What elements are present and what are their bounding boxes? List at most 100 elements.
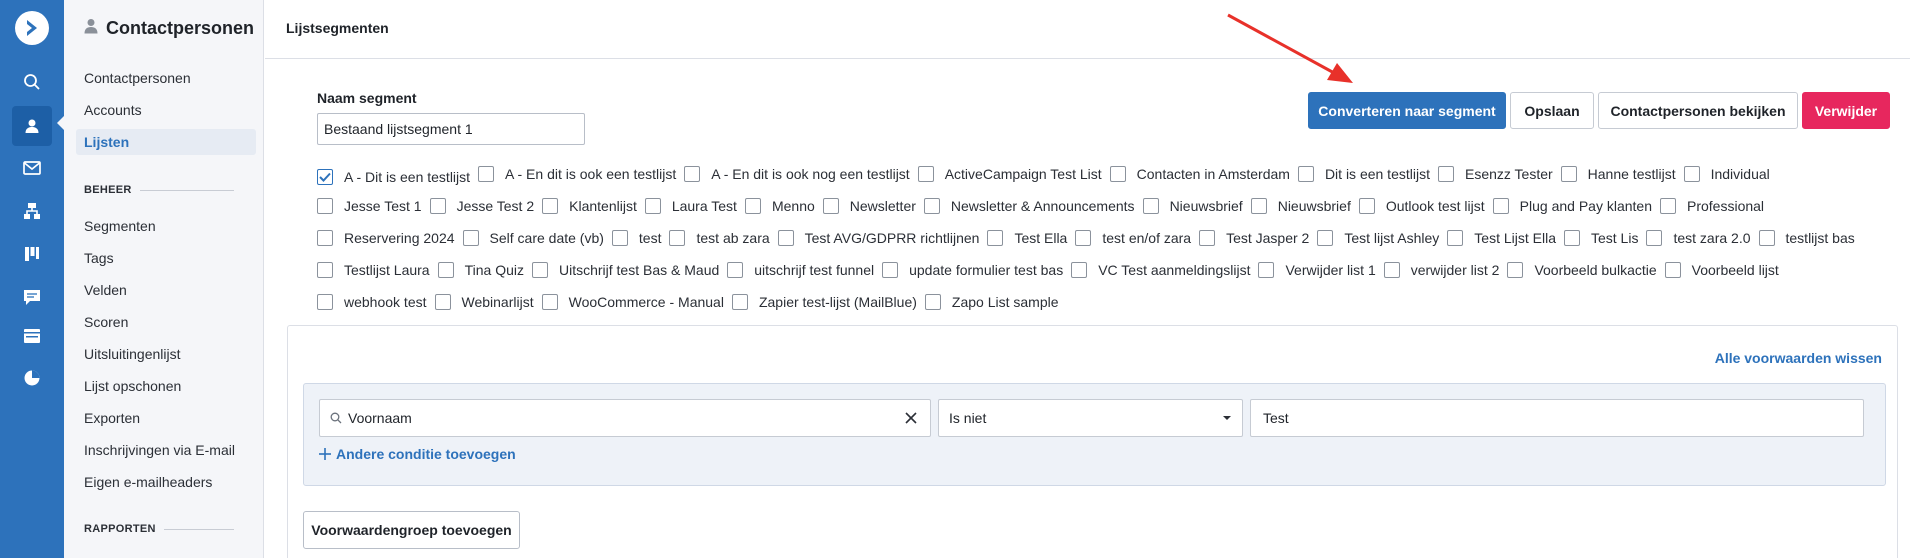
save-button[interactable]: Opslaan bbox=[1510, 92, 1594, 129]
sidebar-item-inschrijvingen[interactable]: Inschrijvingen via E-mail bbox=[84, 442, 235, 458]
list-checkbox-item[interactable]: Test lijst Ashley bbox=[1317, 227, 1439, 249]
conversations-icon[interactable] bbox=[0, 276, 64, 318]
checkbox-checked[interactable] bbox=[317, 169, 333, 185]
sidebar-item-velden[interactable]: Velden bbox=[84, 282, 127, 298]
checkbox[interactable] bbox=[531, 262, 548, 278]
list-checkbox-item[interactable]: Dit is een testlijst bbox=[1297, 163, 1430, 185]
list-checkbox-item[interactable]: Professional bbox=[1660, 195, 1764, 217]
clear-icon[interactable] bbox=[904, 411, 918, 425]
checkbox[interactable] bbox=[1258, 262, 1275, 278]
checkbox[interactable] bbox=[917, 166, 934, 182]
list-checkbox-item[interactable]: webhook test bbox=[317, 291, 427, 313]
checkbox[interactable] bbox=[317, 262, 333, 278]
reports-icon[interactable] bbox=[0, 357, 64, 399]
list-checkbox-item[interactable]: Jesse Test 2 bbox=[429, 195, 534, 217]
list-checkbox-item[interactable]: testlijst bas bbox=[1758, 227, 1855, 249]
checkbox[interactable] bbox=[1683, 166, 1700, 182]
sidebar-item-eigen-headers[interactable]: Eigen e-mailheaders bbox=[84, 474, 212, 490]
list-checkbox-item[interactable]: update formulier test bas bbox=[882, 259, 1063, 281]
list-checkbox-item[interactable]: ActiveCampaign Test List bbox=[917, 163, 1102, 185]
contacts-icon[interactable] bbox=[12, 106, 52, 146]
checkbox[interactable] bbox=[669, 230, 686, 246]
sidebar-item-exporten[interactable]: Exporten bbox=[84, 410, 140, 426]
list-checkbox-item[interactable]: Test AVG/GDPRR richtlijnen bbox=[777, 227, 979, 249]
sidebar-item-lijst-opschonen[interactable]: Lijst opschonen bbox=[84, 378, 181, 394]
checkbox[interactable] bbox=[822, 198, 839, 214]
checkbox[interactable] bbox=[434, 294, 451, 310]
checkbox[interactable] bbox=[478, 166, 495, 182]
add-condition-group-button[interactable]: Voorwaardengroep toevoegen bbox=[303, 511, 520, 549]
list-checkbox-item[interactable]: A - En dit is ook nog een testlijst bbox=[684, 163, 910, 185]
clear-all-conditions-link[interactable]: Alle voorwaarden wissen bbox=[1715, 350, 1882, 366]
list-checkbox-item[interactable]: uitschrijf test funnel bbox=[727, 259, 874, 281]
list-checkbox-item[interactable]: Jesse Test 1 bbox=[317, 195, 422, 217]
checkbox[interactable] bbox=[542, 198, 559, 214]
condition-value-input[interactable]: Test bbox=[1250, 399, 1864, 437]
checkbox[interactable] bbox=[644, 198, 661, 214]
checkbox[interactable] bbox=[1109, 166, 1126, 182]
checkbox[interactable] bbox=[1437, 166, 1454, 182]
checkbox[interactable] bbox=[882, 262, 899, 278]
checkbox[interactable] bbox=[1250, 198, 1267, 214]
list-checkbox-item[interactable]: VC Test aanmeldingslijst bbox=[1071, 259, 1250, 281]
checkbox[interactable] bbox=[731, 294, 748, 310]
list-checkbox-item[interactable]: test en/of zara bbox=[1075, 227, 1191, 249]
list-checkbox-item[interactable]: verwijder list 2 bbox=[1383, 259, 1499, 281]
checkbox[interactable] bbox=[1317, 230, 1334, 246]
checkbox[interactable] bbox=[1664, 262, 1681, 278]
checkbox[interactable] bbox=[1660, 198, 1676, 214]
add-condition-link[interactable]: Andere conditie toevoegen bbox=[319, 446, 516, 462]
list-checkbox-item[interactable]: Zapier test-lijst (MailBlue) bbox=[731, 291, 917, 313]
list-checkbox-item[interactable]: Laura Test bbox=[644, 195, 737, 217]
segment-name-input[interactable] bbox=[317, 113, 585, 145]
list-checkbox-item[interactable]: A - En dit is ook een testlijst bbox=[478, 163, 676, 185]
list-checkbox-item[interactable]: Outlook test lijst bbox=[1358, 195, 1485, 217]
list-checkbox-item[interactable]: Individual bbox=[1683, 163, 1770, 185]
list-checkbox-item[interactable]: WooCommerce - Manual bbox=[541, 291, 724, 313]
sidebar-item-scoren[interactable]: Scoren bbox=[84, 314, 128, 330]
checkbox[interactable] bbox=[684, 166, 701, 182]
list-checkbox-item[interactable]: Plug and Pay klanten bbox=[1492, 195, 1652, 217]
sidebar-item-tags[interactable]: Tags bbox=[84, 250, 114, 266]
condition-field-select[interactable]: Voornaam bbox=[319, 399, 931, 437]
list-checkbox-item[interactable]: Menno bbox=[744, 195, 815, 217]
list-checkbox-item[interactable]: Esenzz Tester bbox=[1437, 163, 1553, 185]
list-checkbox-item[interactable]: test ab zara bbox=[669, 227, 770, 249]
list-checkbox-item[interactable]: Voorbeeld bulkactie bbox=[1507, 259, 1657, 281]
convert-to-segment-button[interactable]: Converteren naar segment bbox=[1308, 92, 1506, 129]
checkbox[interactable] bbox=[923, 198, 940, 214]
checkbox[interactable] bbox=[1507, 262, 1524, 278]
list-checkbox-item[interactable]: Contacten in Amsterdam bbox=[1109, 163, 1290, 185]
condition-operator-select[interactable]: Is niet bbox=[938, 399, 1243, 437]
checkbox[interactable] bbox=[1075, 230, 1092, 246]
checkbox[interactable] bbox=[1142, 198, 1159, 214]
delete-button[interactable]: Verwijder bbox=[1802, 92, 1890, 129]
list-checkbox-item[interactable]: test zara 2.0 bbox=[1646, 227, 1751, 249]
search-icon[interactable] bbox=[0, 61, 64, 103]
checkbox[interactable] bbox=[987, 230, 1004, 246]
sidebar-item-lijsten[interactable]: Lijsten bbox=[76, 129, 256, 155]
sidebar-item-accounts[interactable]: Accounts bbox=[84, 102, 142, 118]
sidebar-item-uitsluitingenlijst[interactable]: Uitsluitingenlijst bbox=[84, 346, 180, 362]
list-checkbox-item[interactable]: Zapo List sample bbox=[924, 291, 1059, 313]
list-checkbox-item[interactable]: Voorbeeld lijst bbox=[1664, 259, 1779, 281]
list-checkbox-item[interactable]: Verwijder list 1 bbox=[1258, 259, 1376, 281]
website-icon[interactable] bbox=[0, 315, 64, 357]
list-checkbox-item[interactable]: Uitschrijf test Bas & Maud bbox=[531, 259, 719, 281]
checkbox[interactable] bbox=[1358, 198, 1375, 214]
sidebar-item-contactpersonen[interactable]: Contactpersonen bbox=[84, 70, 191, 86]
list-checkbox-item[interactable]: Self care date (vb) bbox=[462, 227, 604, 249]
checkbox[interactable] bbox=[924, 294, 941, 310]
list-checkbox-item[interactable]: Klantenlijst bbox=[542, 195, 637, 217]
checkbox[interactable] bbox=[1492, 198, 1509, 214]
checkbox[interactable] bbox=[1071, 262, 1088, 278]
sidebar-item-segmenten[interactable]: Segmenten bbox=[84, 218, 156, 234]
checkbox[interactable] bbox=[437, 262, 454, 278]
checkbox[interactable] bbox=[744, 198, 761, 214]
email-icon[interactable] bbox=[0, 147, 64, 189]
checkbox[interactable] bbox=[317, 230, 333, 246]
checkbox[interactable] bbox=[541, 294, 558, 310]
checkbox[interactable] bbox=[1447, 230, 1464, 246]
checkbox[interactable] bbox=[1297, 166, 1314, 182]
list-checkbox-item[interactable]: Newsletter & Announcements bbox=[923, 195, 1135, 217]
